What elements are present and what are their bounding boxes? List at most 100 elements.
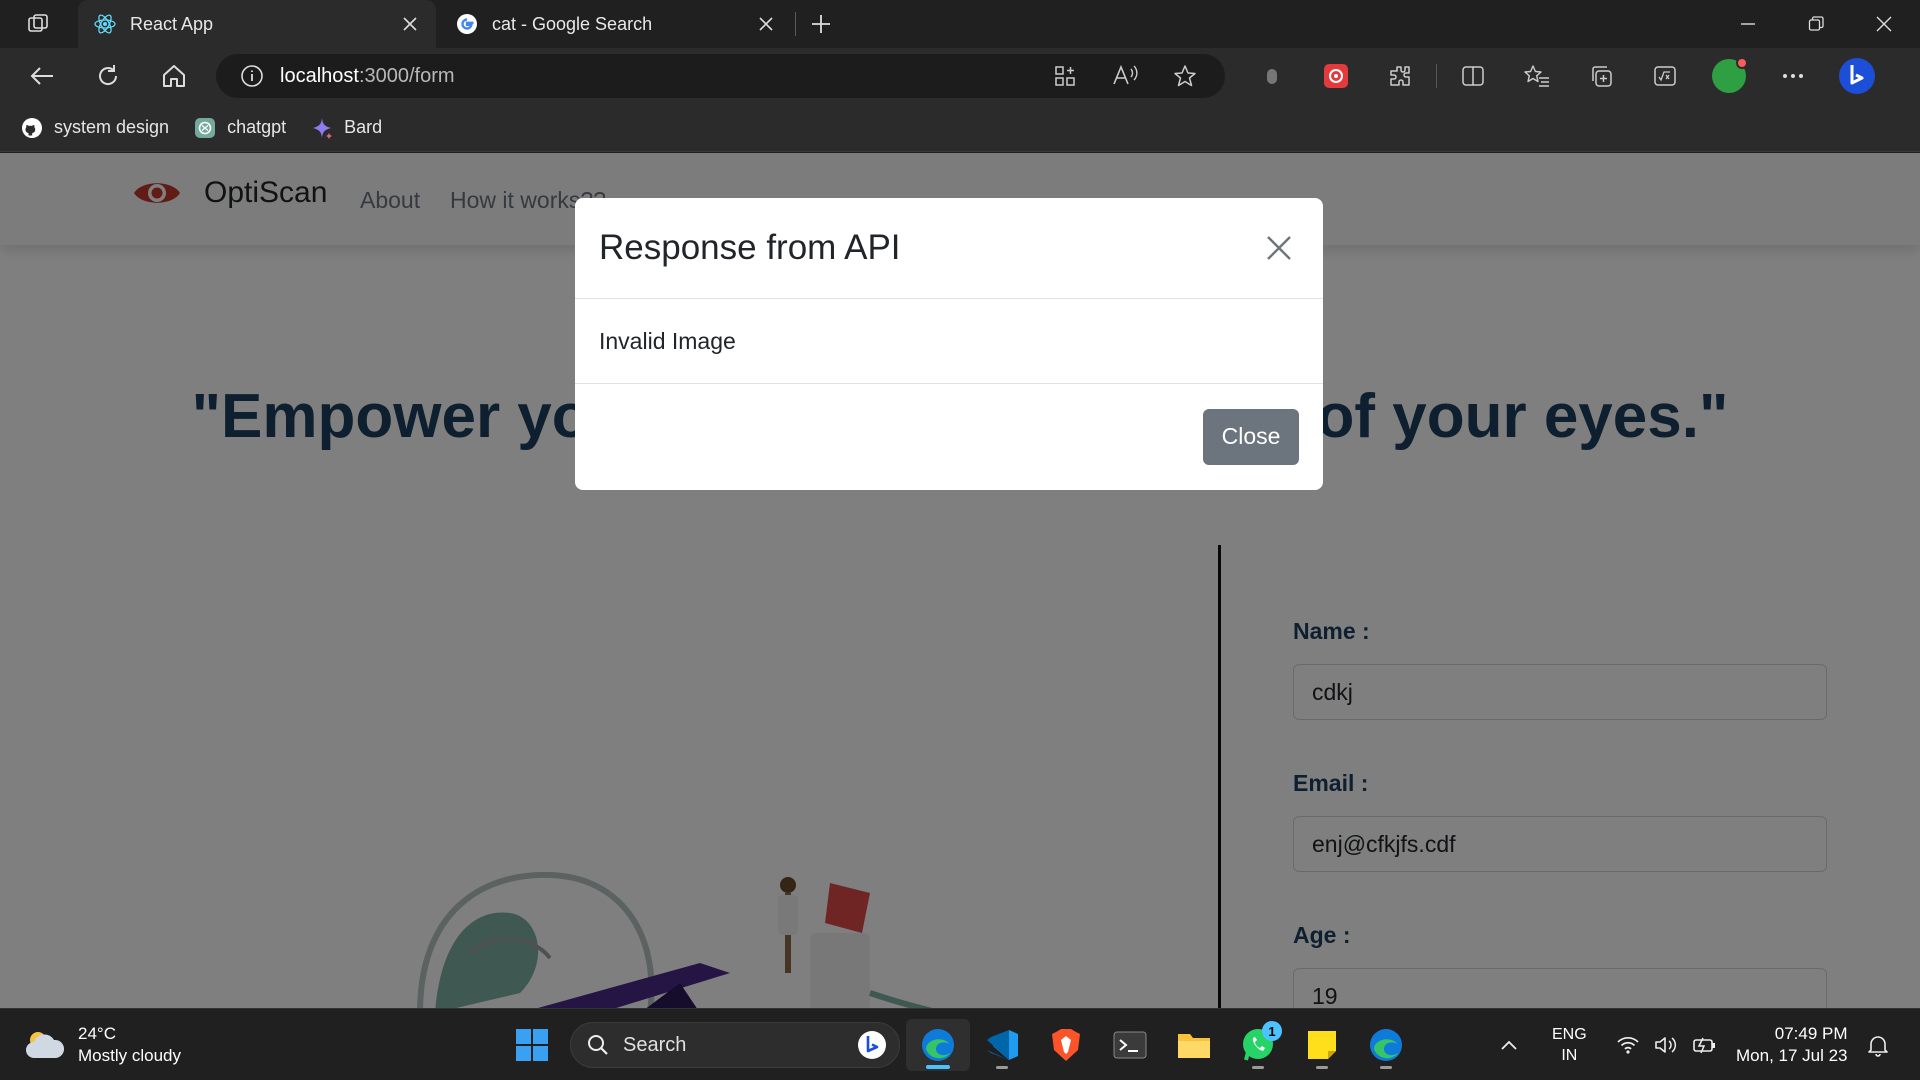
tray-overflow-button[interactable] bbox=[1500, 1019, 1518, 1071]
notifications-button[interactable] bbox=[1866, 1019, 1890, 1071]
modal-close-x-button[interactable] bbox=[1259, 228, 1299, 268]
math-solver-icon[interactable] bbox=[1633, 58, 1697, 94]
folder-icon bbox=[1178, 1034, 1210, 1058]
url-text: localhost:3000/form bbox=[280, 65, 455, 88]
modal-title: Response from API bbox=[599, 228, 901, 267]
collections-icon[interactable] bbox=[1569, 58, 1633, 94]
address-bar[interactable]: localhost:3000/form bbox=[216, 54, 1225, 98]
taskbar-search[interactable]: Search bbox=[570, 1022, 900, 1068]
vscode-icon bbox=[987, 1030, 1018, 1060]
minimize-icon bbox=[1741, 23, 1755, 25]
github-icon bbox=[20, 116, 44, 140]
volume-icon bbox=[1655, 1037, 1677, 1053]
tab-title: cat - Google Search bbox=[492, 13, 653, 34]
bookmark-bard[interactable]: Bard bbox=[310, 116, 382, 140]
close-icon bbox=[1267, 236, 1291, 260]
page-viewport: OptiScan About How it works?? "Empower y… bbox=[0, 153, 1920, 1008]
start-button[interactable] bbox=[500, 1019, 564, 1071]
lang-line2: IN bbox=[1561, 1047, 1578, 1064]
extension-red-icon[interactable] bbox=[1304, 58, 1368, 94]
language-indicator[interactable]: ENG IN bbox=[1552, 1019, 1587, 1071]
brave-icon bbox=[1052, 1029, 1080, 1061]
wifi-icon bbox=[1617, 1036, 1639, 1054]
lang-line1: ENG bbox=[1552, 1026, 1587, 1043]
windows-taskbar: 24°C Mostly cloudy Search 1 ENG IN 07:49… bbox=[0, 1008, 1920, 1080]
clock[interactable]: 07:49 PM Mon, 17 Jul 23 bbox=[1736, 1019, 1848, 1071]
taskbar-whatsapp[interactable]: 1 bbox=[1226, 1019, 1290, 1071]
refresh-button[interactable] bbox=[86, 56, 130, 96]
split-screen-icon[interactable] bbox=[1441, 58, 1505, 94]
whatsapp-notification-badge: 1 bbox=[1262, 1021, 1282, 1041]
info-icon[interactable] bbox=[230, 54, 274, 98]
favorites-icon[interactable] bbox=[1505, 58, 1569, 94]
new-tab-button[interactable] bbox=[805, 10, 837, 38]
taskbar-edge-profile[interactable] bbox=[1354, 1019, 1418, 1071]
system-icons[interactable] bbox=[1616, 1019, 1718, 1071]
close-icon[interactable] bbox=[754, 12, 778, 36]
chevron-up-icon bbox=[1501, 1040, 1517, 1050]
taskbar-sticky-notes[interactable] bbox=[1290, 1019, 1354, 1071]
bookmark-label: chatgpt bbox=[227, 117, 287, 137]
arrow-left-icon bbox=[30, 67, 53, 85]
windows-logo-icon bbox=[516, 1029, 548, 1061]
tab-react-app[interactable]: React App bbox=[78, 0, 436, 48]
tab-divider bbox=[795, 12, 796, 36]
more-options-icon[interactable] bbox=[1761, 58, 1825, 94]
bookmark-label: system design bbox=[54, 117, 170, 137]
bing-icon bbox=[858, 1031, 886, 1059]
chatgpt-icon bbox=[193, 116, 217, 140]
favorite-star-icon[interactable] bbox=[1161, 58, 1209, 94]
refresh-icon bbox=[99, 65, 118, 85]
bookmark-label: Bard bbox=[344, 117, 383, 137]
plus-icon bbox=[812, 15, 830, 33]
cloudy-weather-icon bbox=[26, 1032, 65, 1058]
restore-icon bbox=[1808, 16, 1824, 31]
restore-button[interactable] bbox=[1782, 0, 1850, 48]
taskbar-apps: Search 1 bbox=[500, 1019, 1418, 1071]
taskbar-file-explorer[interactable] bbox=[1162, 1019, 1226, 1071]
back-button[interactable] bbox=[20, 56, 64, 96]
search-label: Search bbox=[623, 1033, 687, 1056]
clock-date: Mon, 17 Jul 23 bbox=[1736, 1046, 1848, 1065]
edge-icon bbox=[1370, 1029, 1402, 1061]
url-path: :3000/form bbox=[358, 64, 455, 87]
weather-temp: 24°C bbox=[78, 1024, 116, 1043]
home-button[interactable] bbox=[152, 56, 196, 96]
taskbar-edge[interactable] bbox=[906, 1019, 970, 1071]
minimize-button[interactable] bbox=[1714, 0, 1782, 48]
read-aloud-icon[interactable] bbox=[1101, 58, 1149, 94]
bookmark-system-design[interactable]: system design bbox=[20, 116, 169, 140]
edge-icon bbox=[922, 1029, 954, 1061]
google-icon bbox=[454, 11, 480, 37]
taskbar-terminal[interactable] bbox=[1098, 1019, 1162, 1071]
toolbar-divider bbox=[1436, 64, 1437, 88]
close-icon bbox=[1876, 16, 1892, 32]
profile-avatar[interactable] bbox=[1712, 57, 1748, 93]
sticky-notes-icon bbox=[1308, 1031, 1336, 1059]
taskbar-vscode[interactable] bbox=[970, 1019, 1034, 1071]
mouse-extension-icon[interactable] bbox=[1240, 58, 1304, 94]
search-icon bbox=[588, 1035, 608, 1055]
terminal-icon bbox=[1113, 1031, 1147, 1059]
url-host: localhost bbox=[280, 64, 359, 87]
modal-close-button[interactable]: Close bbox=[1203, 408, 1299, 465]
weather-widget[interactable]: 24°C Mostly cloudy bbox=[24, 1023, 181, 1067]
notification-dot bbox=[1736, 57, 1748, 69]
app-available-icon[interactable] bbox=[1041, 58, 1089, 94]
taskbar-brave[interactable] bbox=[1034, 1019, 1098, 1071]
bing-copilot-icon[interactable] bbox=[1825, 58, 1889, 94]
toolbar-right-icons bbox=[1240, 57, 1889, 94]
tab-google-search[interactable]: cat - Google Search bbox=[440, 0, 792, 48]
browser-tab-bar: React App cat - Google Search bbox=[0, 0, 1920, 48]
close-icon[interactable] bbox=[398, 12, 422, 36]
bookmark-chatgpt[interactable]: chatgpt bbox=[193, 116, 286, 140]
close-window-button[interactable] bbox=[1850, 0, 1918, 48]
weather-condition: Mostly cloudy bbox=[78, 1046, 181, 1065]
extensions-puzzle-icon[interactable] bbox=[1368, 58, 1432, 94]
home-icon bbox=[163, 65, 185, 87]
battery-charging-icon bbox=[1693, 1037, 1715, 1054]
react-icon bbox=[92, 11, 118, 37]
modal-body: Invalid Image bbox=[575, 299, 1323, 384]
browser-toolbar: localhost:3000/form bbox=[0, 48, 1920, 104]
tab-actions-button[interactable] bbox=[18, 10, 58, 38]
